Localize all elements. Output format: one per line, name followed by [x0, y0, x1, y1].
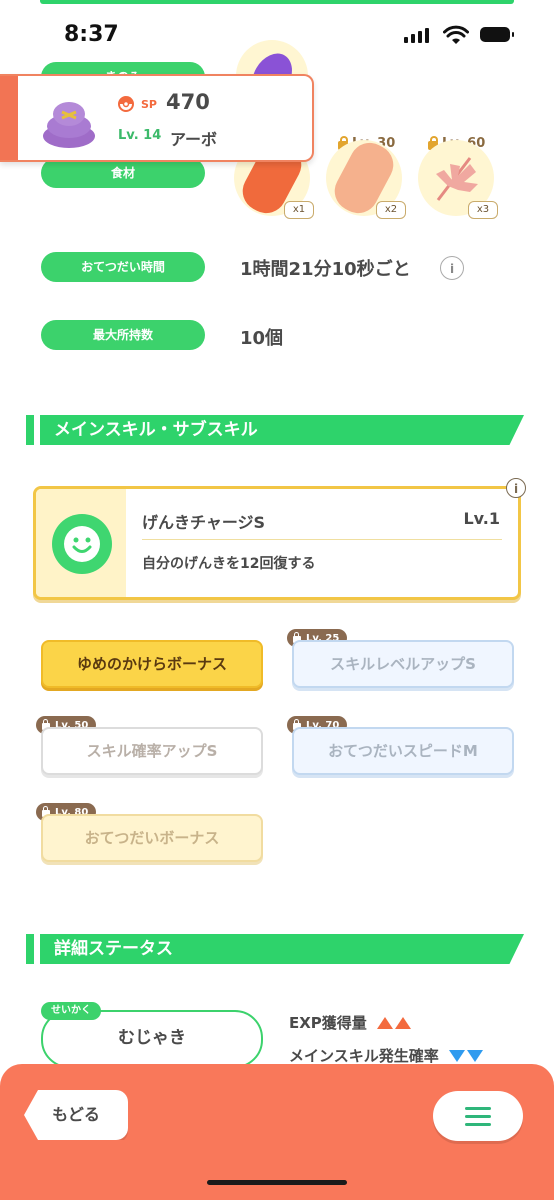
section-header-status: 詳細ステータス	[26, 934, 524, 964]
sub-skill-1[interactable]: ゆめのかけらボーナス	[41, 640, 263, 688]
section-title: メインスキル・サブスキル	[54, 420, 258, 440]
sub-skill-2[interactable]: スキルレベルアップS	[292, 640, 514, 688]
ingredient-3-qty: x3	[468, 201, 498, 219]
nature-effect-up: EXP獲得量	[289, 1012, 411, 1033]
pokemon-name: アーボ	[170, 130, 218, 149]
divider	[142, 539, 502, 540]
max-carry-label: 最大所持数	[41, 320, 205, 350]
main-skill-info-icon[interactable]: i	[506, 478, 526, 498]
nature-tag: せいかく	[41, 1002, 101, 1020]
nature-effect-label: メインスキル発生確率	[289, 1047, 439, 1065]
down-arrows-icon	[448, 1049, 483, 1062]
ingredients-label: 食材	[41, 158, 205, 188]
info-icon[interactable]: i	[440, 256, 464, 280]
help-time-value: 1時間21分10秒ごと	[240, 259, 411, 280]
wifi-icon	[443, 25, 469, 44]
top-accent-line	[40, 0, 514, 4]
sub-skill-4[interactable]: おてつだいスピードM	[292, 727, 514, 775]
home-indicator[interactable]	[207, 1180, 347, 1185]
section-header-skills: メインスキル・サブスキル	[26, 415, 524, 445]
main-skill-card[interactable]: げんきチャージS Lv.1 自分のげんきを12回復する	[33, 486, 521, 600]
sub-skill-5[interactable]: おてつだいボーナス	[41, 814, 263, 862]
ingredient-1-qty: x1	[284, 201, 314, 219]
popup-accent-stripe	[0, 76, 18, 160]
main-skill-level: Lv.1	[463, 509, 500, 528]
sp-label: SP	[141, 98, 157, 111]
max-carry-value: 10個	[240, 328, 284, 349]
pokeball-icon	[118, 96, 134, 112]
nature-effect-label: EXP獲得量	[289, 1014, 367, 1032]
section-title: 詳細ステータス	[54, 939, 173, 959]
help-time-label: おてつだい時間	[41, 252, 205, 282]
back-button[interactable]: もどる	[24, 1090, 128, 1140]
up-arrows-icon	[376, 1016, 411, 1029]
main-skill-description: 自分のげんきを12回復する	[142, 556, 316, 572]
cellular-signal-icon	[404, 28, 429, 43]
smile-icon	[52, 514, 112, 574]
main-skill-name: げんきチャージS	[142, 513, 266, 532]
status-time: 8:37	[64, 22, 119, 47]
sub-skill-3[interactable]: スキル確率アップS	[41, 727, 263, 775]
pokemon-popup-card[interactable]: SP 470 Lv. 14 アーボ	[0, 74, 314, 162]
nature-effect-down: メインスキル発生確率	[289, 1045, 483, 1066]
battery-icon	[480, 27, 514, 42]
pokemon-level: Lv. 14	[118, 128, 162, 143]
ingredient-2-qty: x2	[376, 201, 406, 219]
pokemon-icon	[43, 102, 95, 148]
hamburger-icon[interactable]	[433, 1091, 523, 1141]
sp-value: 470	[166, 90, 210, 114]
